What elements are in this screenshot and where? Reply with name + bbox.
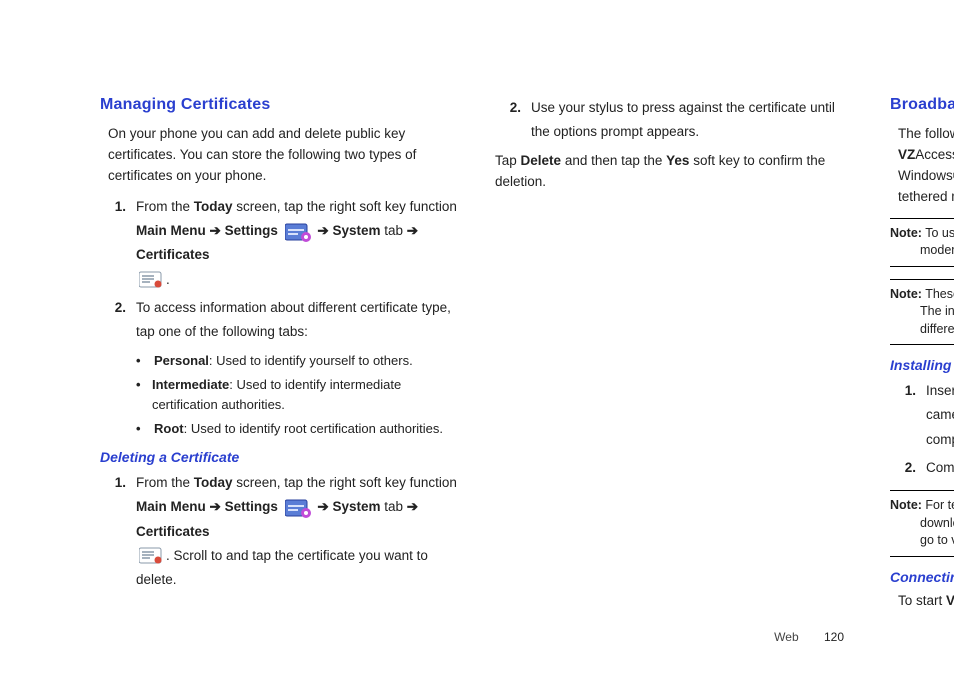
heading-deleting-certificate: Deleting a Certificate [100,449,459,465]
tab-intermediate: •Intermediate: Used to identify intermed… [136,375,459,415]
intermediate-label: Intermediate [152,377,229,392]
certificate-icon [139,271,163,289]
note-tech-support: Note: For technical support, please go t… [890,490,954,557]
step-number: 2. [501,96,521,145]
document-page: Managing Certificates On your phone you … [0,0,954,682]
today-label: Today [194,199,233,214]
note-text: To use VZAccess Manager you should selec… [920,226,954,258]
heading-broadband-access: Broadband Access Connect [890,96,954,114]
arrow-icon: ➔ [317,499,332,514]
intro-paragraph: On your phone you can add and delete pub… [108,124,459,187]
install-step-1: 1. Insert the VZAccess Manager installat… [896,379,954,452]
managing-steps-list: 1. From the Today screen, tap the right … [106,195,459,345]
text: and then tap the [561,153,666,168]
note-text: These instructions are provided for Micr… [920,287,954,336]
deleting-final-paragraph: Tap Delete and then tap the Yes soft key… [495,151,854,193]
text: tab [380,223,406,238]
note-usb-setting: Note: To use VZAccess Manager you should… [890,218,954,267]
arrow-icon: ➔ [407,223,418,238]
heading-connecting-broadband: Connecting to BroadbandAccess [890,569,954,585]
settings-label: Settings [225,223,278,238]
page-footer: Web 120 [774,630,844,644]
step-body: Insert the VZAccess Manager installation… [926,379,954,452]
bullet-icon: • [136,419,146,439]
bullet-body: Root: Used to identify root certificatio… [154,419,443,439]
text: . Scroll to and tap the certificate you … [136,548,428,587]
personal-label: Personal [154,353,209,368]
connect-intro: To start VZAccess Manager: [898,591,954,612]
bullet-body: Personal: Used to identify yourself to o… [154,351,413,371]
step-number: 1. [106,471,126,592]
note-label: Note: [890,226,922,240]
deleting-step-1: 1. From the Today screen, tap the right … [106,471,459,592]
text: : Used to identify yourself to others. [209,353,413,368]
vz-label: VZ [946,593,954,608]
arrow-icon: ➔ [206,499,225,514]
delete-label: Delete [521,153,562,168]
bullet-icon: • [136,351,146,371]
deleting-step-2: 2. Use your stylus to press against the … [501,96,854,145]
settings-icon [285,498,311,518]
install-step-2: 2. Complete the on-screen instructions. [896,456,954,480]
note-windows-xp: Note: These instructions are provided fo… [890,279,954,346]
step-number: 1. [106,195,126,292]
root-label: Root [154,421,184,436]
managing-step-2: 2. To access information about different… [106,296,459,345]
tab-root: • Root: Used to identify root certificati… [136,419,459,439]
step-body: To access information about different ce… [136,296,459,345]
install-steps-list: 1. Insert the VZAccess Manager installat… [896,379,954,480]
heading-managing-certificates: Managing Certificates [100,96,459,114]
text: From the [136,475,194,490]
step-number: 1. [896,379,916,452]
step-body: Complete the on-screen instructions. [926,456,954,480]
note-body: Note: These instructions are provided fo… [890,286,954,339]
note-label: Note: [890,498,922,512]
settings-label: Settings [225,499,278,514]
certificate-icon [139,547,163,565]
step-body: From the Today screen, tap the right sof… [136,195,459,292]
vz-label: VZ [898,147,915,162]
note-body: Note: For technical support, please go t… [890,497,954,550]
arrow-icon: ➔ [206,223,225,238]
text: From the [136,199,194,214]
text: The following instructions describe how … [898,126,954,141]
broadband-intro: The following instructions describe how … [898,124,954,208]
text: To start [898,593,946,608]
certificate-tabs-list: • Personal: Used to identify yourself to … [136,351,459,440]
text: . [166,272,170,287]
yes-label: Yes [666,153,689,168]
bullet-body: Intermediate: Used to identify intermedi… [152,375,459,415]
tab-personal: • Personal: Used to identify yourself to … [136,351,459,371]
text: tab [380,499,406,514]
arrow-icon: ➔ [407,499,418,514]
managing-step-1: 1. From the Today screen, tap the right … [106,195,459,292]
text: screen, tap the right soft key function [233,199,457,214]
heading-installing-vzaccess: Installing VZAccess Manager [890,357,954,373]
bullet-icon: • [136,375,144,415]
text: screen, tap the right soft key function [233,475,457,490]
note-body: Note: To use VZAccess Manager you should… [890,225,954,260]
today-label: Today [194,475,233,490]
two-column-body: Managing Certificates On your phone you … [100,96,854,616]
note-text: For technical support, please go to dts.… [920,498,954,547]
step-body: Use your stylus to press against the cer… [531,96,854,145]
system-label: System [332,223,380,238]
main-menu-label: Main Menu [136,223,206,238]
text: Tap [495,153,521,168]
text: : Used to identify root certification au… [184,421,443,436]
certificates-label: Certificates [136,247,210,262]
page-number: 120 [824,630,844,644]
step-body: From the Today screen, tap the right sof… [136,471,459,592]
step-number: 2. [896,456,916,480]
settings-icon [285,222,311,242]
step-number: 2. [106,296,126,345]
section-label: Web [774,630,798,644]
certificates-label: Certificates [136,524,210,539]
note-label: Note: [890,287,922,301]
text: Insert the [926,383,954,398]
arrow-icon: ➔ [317,223,332,238]
system-label: System [332,499,380,514]
main-menu-label: Main Menu [136,499,206,514]
